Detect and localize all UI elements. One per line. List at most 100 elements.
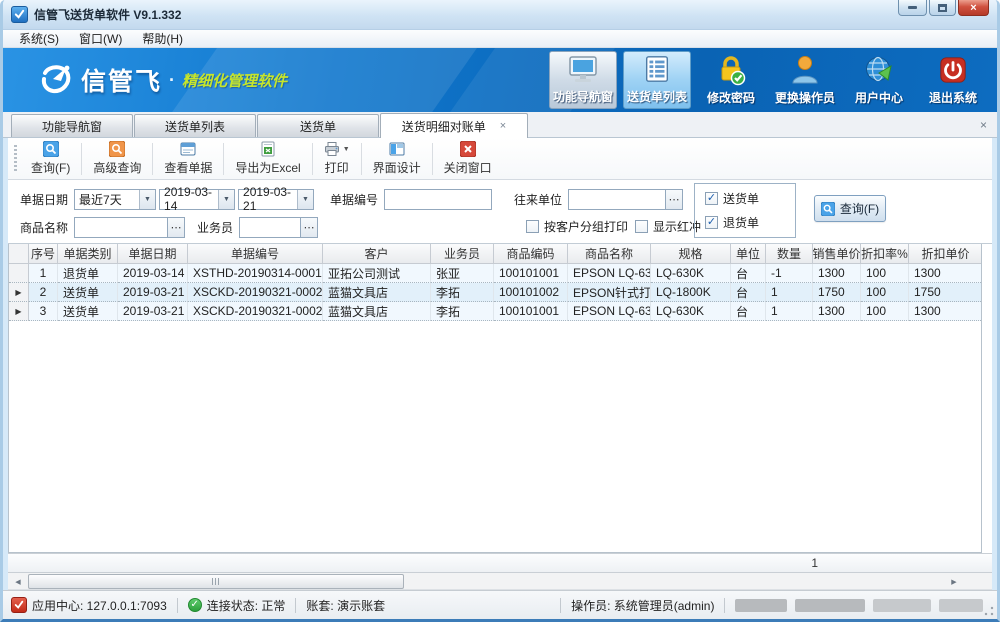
- column-header[interactable]: 客户: [323, 244, 431, 263]
- row-selector[interactable]: ▶: [9, 302, 29, 321]
- app-window: 信管飞送货单软件 V9.1.332 × 系统(S) 窗口(W) 帮助(H) 信管…: [0, 0, 1000, 622]
- connection-status: ✓ 连接状态: 正常: [188, 597, 286, 614]
- power-icon: [938, 53, 968, 87]
- column-header[interactable]: 单据类别: [58, 244, 118, 263]
- print-dropdown-icon[interactable]: ▼: [343, 146, 350, 153]
- column-header[interactable]: 商品名称: [568, 244, 651, 263]
- user-center-button[interactable]: 用户中心: [845, 51, 913, 109]
- search-button[interactable]: 查询(F): [814, 195, 886, 222]
- excel-icon: [260, 141, 276, 157]
- maximize-button[interactable]: [929, 0, 956, 16]
- scroll-left-icon[interactable]: ◀: [10, 574, 26, 589]
- tab-content: 查询(F) 高级查询 查看单据 导出为Excel: [3, 138, 997, 590]
- export-excel-button[interactable]: 导出为Excel: [226, 140, 309, 178]
- nav-window-button[interactable]: 功能导航窗: [549, 51, 617, 109]
- tab-close-icon[interactable]: ×: [500, 120, 506, 132]
- doc-type-group: ✓ 送货单 ✓ 退货单: [694, 183, 796, 238]
- table-row[interactable]: 1 退货单 2019-03-14 XSTHD-20190314-0001 亚拓公…: [9, 264, 982, 283]
- brand-name: 信管飞: [81, 62, 162, 98]
- tab-delivery-order[interactable]: 送货单: [257, 114, 379, 137]
- tab-delivery-detail-statement[interactable]: 送货明细对账单 ×: [380, 113, 528, 138]
- product-picker-button[interactable]: ⋯: [168, 217, 185, 238]
- close-window-button[interactable]: 关闭窗口: [435, 140, 501, 178]
- app-center-status: 应用中心: 127.0.0.1:7093: [11, 597, 167, 614]
- salesman-picker-button[interactable]: ⋯: [301, 217, 318, 238]
- menu-window[interactable]: 窗口(W): [69, 29, 132, 48]
- column-header[interactable]: 单位: [731, 244, 766, 263]
- banner-actions: 功能导航窗 送货单列表: [549, 51, 987, 109]
- salesman-input[interactable]: [239, 217, 301, 238]
- grid-header-gutter: [9, 244, 29, 263]
- chevron-down-icon[interactable]: ▼: [139, 190, 155, 209]
- brand-banner: 信管飞 · 精细化管理软件 功能导航窗: [3, 48, 997, 112]
- brand-dot: ·: [169, 70, 175, 91]
- menu-system[interactable]: 系统(S): [9, 29, 69, 48]
- switch-operator-button[interactable]: 更换操作员: [771, 51, 839, 109]
- quantity-total: 1: [804, 556, 818, 570]
- monitor-icon: [567, 52, 599, 86]
- delivery-list-button[interactable]: 送货单列表: [623, 51, 691, 109]
- date-to-select[interactable]: 2019-03-21 ▼: [238, 189, 314, 210]
- tab-nav-window[interactable]: 功能导航窗: [11, 114, 133, 137]
- column-header[interactable]: 折扣率%: [861, 244, 909, 263]
- delivery-type-checkbox[interactable]: ✓ 送货单: [705, 190, 795, 207]
- change-password-button[interactable]: 修改密码: [697, 51, 765, 109]
- checkbox-checked: ✓: [705, 192, 718, 205]
- account-set-status: 账套: 演示账套: [306, 597, 385, 614]
- advanced-query-button[interactable]: 高级查询: [84, 140, 150, 178]
- tab-delivery-list[interactable]: 送货单列表: [134, 114, 256, 137]
- chevron-down-icon[interactable]: ▼: [218, 190, 234, 209]
- show-red-checkbox[interactable]: 显示红冲: [635, 218, 701, 235]
- column-header[interactable]: 销售单价: [813, 244, 861, 263]
- menu-help[interactable]: 帮助(H): [132, 29, 193, 48]
- salesman-label: 业务员: [197, 219, 233, 236]
- return-type-checkbox[interactable]: ✓ 退货单: [705, 214, 795, 231]
- scrollbar-thumb[interactable]: [28, 574, 404, 589]
- column-header[interactable]: 折扣单价: [909, 244, 982, 263]
- group-print-checkbox[interactable]: 按客户分组打印: [526, 218, 628, 235]
- window-title: 信管飞送货单软件 V9.1.332: [34, 6, 181, 23]
- close-icon: ×: [970, 2, 976, 14]
- resize-grip[interactable]: [984, 606, 994, 616]
- date-label: 单据日期: [20, 191, 68, 208]
- row-arrow-icon: ▶: [15, 288, 21, 297]
- column-header[interactable]: 业务员: [431, 244, 494, 263]
- close-button[interactable]: ×: [958, 0, 989, 16]
- ui-design-button[interactable]: 界面设计: [364, 140, 430, 178]
- partner-input[interactable]: [568, 189, 666, 210]
- doc-no-label: 单据编号: [330, 191, 378, 208]
- chevron-down-icon[interactable]: ▼: [297, 190, 313, 209]
- horizontal-scrollbar[interactable]: ◀ ▶: [8, 573, 992, 590]
- date-range-select[interactable]: 最近7天 ▼: [74, 189, 156, 210]
- toolbar-grip[interactable]: [14, 145, 17, 173]
- app-center-icon: [11, 597, 27, 613]
- table-row[interactable]: ▶ 2 送货单 2019-03-21 XSCKD-20190321-0002 蓝…: [9, 283, 982, 302]
- column-header[interactable]: 规格: [651, 244, 731, 263]
- brand-logo-icon: [39, 63, 73, 97]
- column-header[interactable]: 商品编码: [494, 244, 568, 263]
- exit-system-button[interactable]: 退出系统: [919, 51, 987, 109]
- lock-icon: [715, 53, 747, 87]
- column-header[interactable]: 单据编号: [188, 244, 323, 263]
- printer-icon: [324, 141, 340, 157]
- date-from-select[interactable]: 2019-03-14 ▼: [159, 189, 235, 210]
- column-header[interactable]: 序号: [29, 244, 58, 263]
- doc-no-input[interactable]: [384, 189, 492, 210]
- column-header[interactable]: 数量: [766, 244, 813, 263]
- tabbar-close-icon[interactable]: ×: [980, 118, 987, 132]
- partner-picker-button[interactable]: ⋯: [666, 189, 683, 210]
- row-selector[interactable]: [9, 264, 29, 283]
- scroll-right-icon[interactable]: ▶: [946, 574, 962, 589]
- table-row[interactable]: ▶ 3 送货单 2019-03-21 XSCKD-20190321-0002 蓝…: [9, 302, 982, 321]
- product-input[interactable]: [74, 217, 168, 238]
- row-selector[interactable]: ▶: [9, 283, 29, 302]
- checkbox-checked: ✓: [705, 216, 718, 229]
- print-button[interactable]: ▼ 打印: [315, 140, 359, 178]
- column-header[interactable]: 单据日期: [118, 244, 188, 263]
- minimize-button[interactable]: [898, 0, 927, 16]
- query-button[interactable]: 查询(F): [22, 140, 79, 178]
- grid-summary-row: 1: [8, 553, 992, 573]
- search-icon: [821, 202, 835, 216]
- view-document-button[interactable]: 查看单据: [155, 140, 221, 178]
- menu-bar: 系统(S) 窗口(W) 帮助(H): [3, 30, 997, 48]
